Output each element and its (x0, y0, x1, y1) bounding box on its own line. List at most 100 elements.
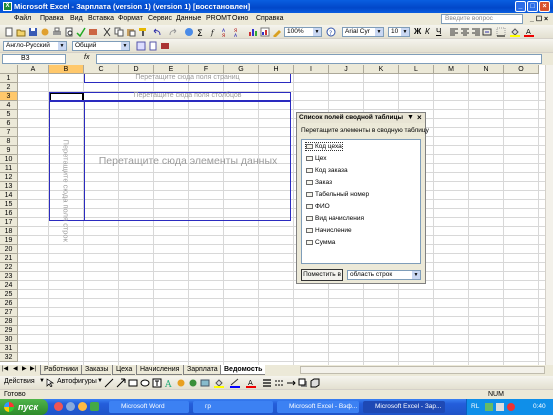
autoshapes-menu[interactable]: Автофигуры (57, 378, 97, 385)
row-header-14[interactable]: 14 (0, 191, 18, 200)
dictionary-icon[interactable] (160, 41, 170, 51)
doc-close-icon[interactable]: _ ☐ × (530, 15, 548, 23)
line-color-icon[interactable] (230, 378, 240, 388)
row-header-7[interactable]: 7 (0, 128, 18, 137)
close-icon[interactable]: × (417, 113, 422, 122)
menu-help[interactable]: Справка (256, 15, 283, 22)
language-indicator[interactable]: RL (471, 399, 479, 415)
maximize-button[interactable]: □ (527, 1, 538, 12)
print-icon[interactable] (52, 27, 62, 37)
textbox-icon[interactable] (152, 378, 162, 388)
tab-statement[interactable]: Ведомость (220, 365, 266, 375)
pivot-chart-icon[interactable] (260, 27, 270, 37)
pivot-field-list-panel[interactable]: Список полей сводной таблицы ▼ × Перетащ… (296, 112, 429, 284)
fill-color-icon[interactable] (510, 27, 520, 37)
row-header-29[interactable]: 29 (0, 326, 18, 335)
chart-wizard-icon[interactable] (248, 27, 258, 37)
research-icon[interactable] (88, 27, 98, 37)
volume-icon[interactable] (496, 403, 504, 411)
save-icon[interactable] (28, 27, 38, 37)
row-header-24[interactable]: 24 (0, 281, 18, 290)
copy-icon[interactable] (114, 27, 124, 37)
start-button[interactable]: пуск (0, 399, 48, 415)
dash-style-icon[interactable] (274, 378, 284, 388)
spelling-icon[interactable] (76, 27, 86, 37)
column-header-j[interactable]: J (329, 65, 364, 74)
list-item[interactable]: Вид начисления (306, 215, 364, 222)
row-header-16[interactable]: 16 (0, 209, 18, 218)
quicklaunch-icon[interactable] (66, 402, 75, 411)
help-icon[interactable]: ? (326, 27, 336, 37)
row-header-6[interactable]: 6 (0, 119, 18, 128)
menu-format[interactable]: Формат (118, 15, 143, 22)
shadow-style-icon[interactable] (298, 378, 308, 388)
picture-icon[interactable] (200, 378, 210, 388)
tab-orders[interactable]: Заказы (81, 365, 112, 375)
column-header-n[interactable]: N (469, 65, 504, 74)
formula-input[interactable] (96, 54, 542, 64)
row-header-21[interactable]: 21 (0, 254, 18, 263)
menu-window[interactable]: Окно (232, 15, 248, 22)
minimize-button[interactable]: _ (515, 1, 526, 12)
sort-asc-icon[interactable]: АЯ (222, 27, 232, 37)
diagram-icon[interactable] (176, 378, 186, 388)
select-pointer-icon[interactable] (46, 378, 54, 387)
row-header-30[interactable]: 30 (0, 335, 18, 344)
row-header-12[interactable]: 12 (0, 173, 18, 182)
menu-edit[interactable]: Правка (40, 15, 64, 22)
column-header-k[interactable]: K (364, 65, 399, 74)
tab-nav-first-icon[interactable]: |◀ (2, 365, 8, 372)
function-icon[interactable]: f (210, 27, 220, 37)
row-header-28[interactable]: 28 (0, 317, 18, 326)
column-header-m[interactable]: M (434, 65, 469, 74)
zoom-select[interactable]: 100% ▼ (284, 27, 322, 37)
column-header-g[interactable]: G (224, 65, 259, 74)
task-word[interactable]: Microsoft Word (109, 401, 189, 413)
undo-icon[interactable] (152, 27, 162, 37)
wordart-icon[interactable]: A (164, 378, 174, 388)
row-header-20[interactable]: 20 (0, 245, 18, 254)
tab-accruals[interactable]: Начисления (136, 365, 183, 375)
line-icon[interactable] (104, 378, 114, 388)
row-header-19[interactable]: 19 (0, 236, 18, 245)
column-header-h[interactable]: H (259, 65, 294, 74)
select-all-corner[interactable] (0, 65, 18, 74)
help-search-input[interactable]: Введите вопрос (441, 14, 523, 24)
hyperlink-icon[interactable] (184, 27, 194, 37)
permission-icon[interactable] (40, 27, 50, 37)
underline-icon[interactable]: Ч (436, 27, 446, 37)
tab-shops[interactable]: Цеха (112, 365, 136, 375)
template-select[interactable]: Общий ▼ (72, 41, 130, 51)
list-item[interactable]: Код цеха (305, 142, 343, 151)
panel-menu-icon[interactable]: ▼ (407, 114, 414, 121)
close-button[interactable]: × (539, 1, 550, 12)
tab-salary[interactable]: Зарплата (183, 365, 221, 375)
list-item[interactable]: Код заказа (306, 167, 348, 174)
column-header-e[interactable]: E (154, 65, 189, 74)
area-select[interactable]: область строк ▼ (347, 270, 421, 280)
fill-color-icon[interactable] (214, 378, 224, 388)
column-header-o[interactable]: O (504, 65, 539, 74)
autosum-icon[interactable]: Σ (196, 27, 206, 37)
row-header-4[interactable]: 4 (0, 101, 18, 110)
row-header-26[interactable]: 26 (0, 299, 18, 308)
horizontal-scrollbar[interactable] (300, 366, 545, 374)
align-right-icon[interactable] (471, 27, 481, 37)
worksheet-grid[interactable]: ABCDEFGHIJKLMNO 1 2 3 4 5 6 7 8 9 10 11 12 13 14 15 16 1… (0, 65, 545, 365)
clipart-icon[interactable] (188, 378, 198, 388)
cut-icon[interactable] (102, 27, 112, 37)
vertical-scrollbar[interactable] (545, 65, 553, 365)
menu-promt[interactable]: PROMT (206, 15, 231, 22)
menu-insert[interactable]: Вставка (88, 15, 114, 22)
row-header-10[interactable]: 10 (0, 155, 18, 164)
bold-icon[interactable]: Ж (414, 27, 424, 37)
3d-style-icon[interactable] (310, 378, 320, 388)
tab-nav-next-icon[interactable]: ▶ (22, 365, 27, 372)
row-header-18[interactable]: 18 (0, 227, 18, 236)
list-item[interactable]: ФИО (306, 203, 330, 210)
row-header-32[interactable]: 32 (0, 353, 18, 362)
row-header-31[interactable]: 31 (0, 344, 18, 353)
sort-desc-icon[interactable]: ЯА (234, 27, 244, 37)
menu-tools[interactable]: Сервис (148, 15, 172, 22)
row-header-23[interactable]: 23 (0, 272, 18, 281)
